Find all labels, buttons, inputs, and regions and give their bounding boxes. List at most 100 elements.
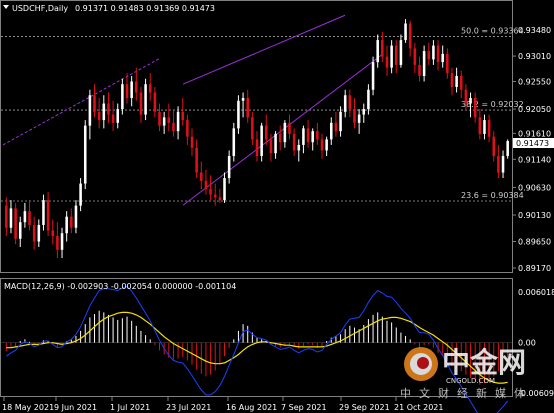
candle-body (316, 131, 319, 140)
price-tick-label: 0.91610 (518, 129, 551, 138)
candle-body (385, 56, 389, 68)
candle-body (320, 139, 324, 151)
candle-body (88, 95, 92, 126)
candle-body (306, 128, 310, 143)
candle-body (74, 205, 78, 228)
candle-body (162, 117, 166, 126)
candle-body (111, 114, 115, 123)
date-tick-label: 29 Sep 2021 (339, 403, 390, 412)
candle-body (5, 205, 8, 228)
candle-body (246, 98, 249, 118)
watermark-slogan: 中文财经新媒体 (400, 386, 533, 400)
candle-body (209, 189, 212, 195)
candle-body (381, 40, 384, 57)
candle-body (116, 109, 120, 123)
candle-body (422, 51, 426, 76)
candle-body (311, 131, 314, 143)
date-tick-label: 23 Jul 2021 (166, 403, 211, 412)
candle-body (450, 73, 454, 87)
candle-body (348, 95, 352, 110)
price-axis: 0.93480 0.93010 0.92550 0.92050 0.91610 0.911… (512, 26, 551, 273)
candle-body (232, 128, 236, 156)
price-tick-label: 0.90630 (518, 183, 551, 192)
candle-body (408, 23, 412, 49)
candle-body (274, 133, 277, 154)
candle-body (278, 133, 282, 143)
candle-body (436, 45, 440, 63)
candle-body (339, 111, 342, 132)
candle-body (292, 133, 296, 151)
candle-body (283, 122, 287, 143)
chart-stage: 50.0 = 0.9336438.2 = 0.9203223.6 = 0.903… (0, 0, 554, 413)
date-tick-label: 18 May 2021 (2, 403, 54, 412)
candle-body (60, 233, 64, 250)
candle-body (223, 178, 226, 201)
candle-body (404, 23, 407, 41)
candle-body (200, 172, 203, 181)
candle-body (148, 84, 152, 93)
candle-body (473, 98, 477, 118)
candle-body (83, 125, 87, 184)
candle-body (23, 211, 27, 223)
watermark-brand: 中金网 (442, 346, 526, 379)
macd-title: MACD(12,26,9) -0.002903 -0.002054 0.0000… (4, 282, 236, 291)
candle-body (441, 53, 444, 63)
candle-body (455, 75, 458, 87)
date-tick-label: 1 Jul 2021 (110, 403, 150, 412)
candle-body (204, 180, 208, 190)
candle-body (79, 183, 82, 206)
candle-body (265, 125, 268, 140)
candle-body (190, 136, 194, 148)
candle-body (432, 45, 435, 60)
candle-body (237, 100, 240, 129)
price-tick-label: 0.92550 (518, 77, 551, 86)
watermark-url: CNGOLD.COM (446, 377, 495, 385)
candle-body (362, 109, 366, 115)
candle-body (213, 194, 217, 198)
candle-body (427, 51, 431, 60)
candle-body (130, 81, 133, 99)
candle-body (176, 111, 180, 132)
candle-body (153, 92, 157, 112)
candle-body (195, 147, 198, 173)
candle-body (139, 92, 143, 115)
candle-body (492, 136, 496, 156)
candle-body (32, 224, 36, 242)
candle-body (478, 117, 482, 134)
date-tick-label: 16 Aug 2021 (226, 403, 277, 412)
watermark: 中金网 CNGOLD.COM 中文财经新媒体 (400, 346, 533, 400)
candle-body (367, 89, 370, 110)
candle-body (18, 222, 22, 239)
candle-body (464, 89, 468, 104)
date-axis: 18 May 2021 9 Jun 2021 1 Jul 2021 23 Jul 20… (2, 397, 443, 412)
candle-body (302, 128, 305, 145)
candle-body (297, 144, 301, 151)
price-tick-label: 0.92050 (518, 105, 551, 114)
candle-body (121, 84, 124, 110)
date-tick-label: 21 Oct 2021 (394, 403, 443, 412)
candle-body (394, 45, 398, 65)
candle-body (288, 122, 291, 134)
candle-body (186, 120, 189, 137)
candle-body (37, 224, 41, 242)
price-tick-label: 0.89650 (518, 238, 551, 247)
candle-body (483, 120, 486, 134)
candle-body (353, 109, 356, 123)
ohlc-values: 0.91371 0.91483 0.91369 0.91473 (75, 4, 215, 13)
candle-body (218, 197, 222, 201)
price-tick-label: 0.93480 (518, 26, 551, 35)
candle-body (413, 48, 417, 65)
candle-body (65, 216, 68, 234)
price-tick-label: 0.93010 (518, 52, 551, 61)
candle-body (260, 125, 263, 156)
candle-body (357, 114, 361, 123)
candle-body (46, 200, 50, 231)
candle-body (329, 122, 333, 140)
candle-body (181, 111, 185, 121)
candle-body (125, 84, 129, 99)
candle-body (158, 111, 161, 126)
candle-body (241, 98, 245, 101)
candle-body (135, 81, 138, 93)
candle-body (269, 139, 273, 154)
fibo-label: 23.6 = 0.90384 (461, 191, 524, 200)
